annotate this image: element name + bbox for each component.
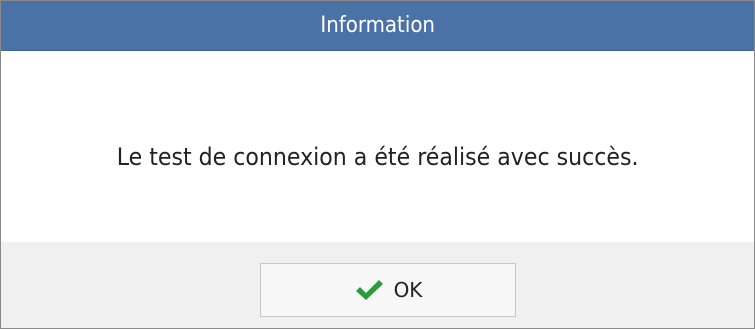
- information-dialog: Information Le test de connexion a été r…: [0, 0, 755, 329]
- ok-button[interactable]: OK: [260, 263, 516, 317]
- dialog-message: Le test de connexion a été réalisé avec …: [116, 142, 639, 171]
- dialog-titlebar[interactable]: Information: [1, 1, 754, 51]
- checkmark-icon: [354, 278, 384, 302]
- dialog-title: Information: [320, 13, 435, 38]
- dialog-content: Le test de connexion a été réalisé avec …: [1, 51, 754, 242]
- ok-button-label: OK: [393, 278, 423, 302]
- dialog-footer: OK: [1, 242, 754, 328]
